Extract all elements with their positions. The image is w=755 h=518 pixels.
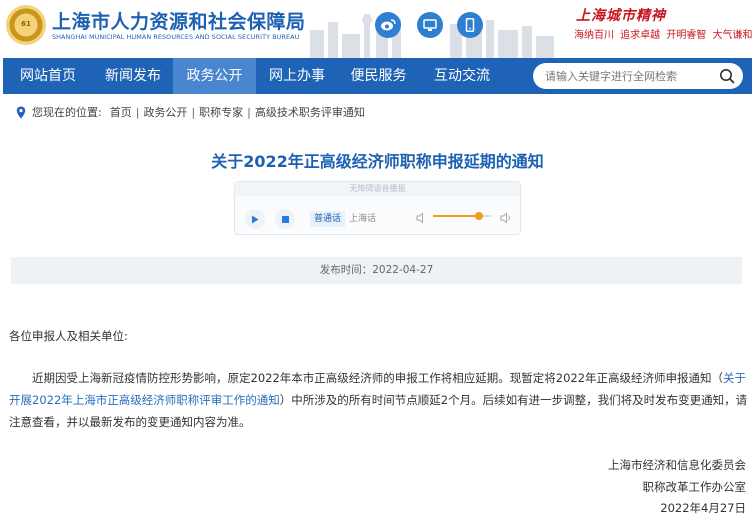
breadcrumb-separator: | [191,105,196,119]
article-salutation: 各位申报人及相关单位: [9,329,128,343]
nav-item-interaction[interactable]: 互动交流 [419,58,505,94]
player-label: 无障碍语音播报 [235,182,520,196]
audio-player: 无障碍语音播报 普通话 上海话 [234,181,521,235]
breadcrumb-current[interactable]: 高级技术职务评审通知 [255,104,365,120]
city-spirit-title: 上海城市精神 [576,8,666,24]
site-search [533,63,743,89]
nav-item-home[interactable]: 网站首页 [3,58,93,94]
stop-icon [281,215,289,223]
site-title-english: SHANGHAI MUNICIPAL HUMAN RESOURCES AND S… [52,33,300,41]
volume-slider[interactable] [433,212,491,220]
search-input[interactable] [545,63,715,89]
site-header: 61 上海市人力资源和社会保障局 SHANGHAI MUNICIPAL HUMA… [0,0,755,58]
breadcrumb-separator: | [135,105,140,119]
breadcrumb: 您现在的位置: 首页 | 政务公开 | 职称专家 | 高级技术职务评审通知 [16,103,365,121]
search-icon[interactable] [719,68,735,84]
signature-org-2: 职称改革工作办公室 [642,480,747,494]
stop-button[interactable] [275,209,295,229]
breadcrumb-title-experts[interactable]: 职称专家 [199,104,243,120]
tab-shanghainese[interactable]: 上海话 [345,211,380,227]
play-button[interactable] [245,209,265,229]
breadcrumb-home[interactable]: 首页 [110,104,132,120]
publish-date: 发布时间：2022-04-27 [11,257,742,284]
breadcrumb-separator: | [247,105,251,119]
weibo-icon[interactable] [375,12,401,38]
volume-up-icon[interactable] [500,212,512,224]
article-body-text-before: 近期因受上海新冠疫情防控形势影响，原定2022年本市正高级经济师的申报工作将相应… [32,371,724,385]
breadcrumb-label: 您现在的位置: [32,106,102,119]
desktop-icon[interactable] [417,12,443,38]
bureau-logo[interactable]: 61 [6,5,46,45]
logo-emblem-text: 61 [21,20,31,28]
tab-mandarin[interactable]: 普通话 [310,211,346,227]
article-body: 近期因受上海新冠疫情防控形势影响，原定2022年本市正高级经济师的申报工作将相应… [9,367,749,433]
signature-date: 2022年4月27日 [660,501,746,515]
nav-item-gov-affairs[interactable]: 政务公开 [173,58,256,94]
volume-down-icon[interactable] [416,212,428,224]
volume-slider-fill [433,215,480,217]
city-spirit-words: 海纳百川 追求卓越 开明睿智 大气谦和 [574,30,753,41]
site-title[interactable]: 上海市人力资源和社会保障局 [52,7,306,34]
signature-org-1: 上海市经济和信息化委员会 [608,458,746,472]
location-pin-icon [16,106,26,118]
breadcrumb-gov-affairs[interactable]: 政务公开 [143,104,187,120]
nav-item-news[interactable]: 新闻发布 [93,58,173,94]
nav-item-online-services[interactable]: 网上办事 [256,58,338,94]
play-icon [252,215,259,223]
article-title: 关于2022年正高级经济师职称申报延期的通知 [211,152,544,171]
nav-item-public-services[interactable]: 便民服务 [338,58,419,94]
mobile-icon[interactable] [457,12,483,38]
